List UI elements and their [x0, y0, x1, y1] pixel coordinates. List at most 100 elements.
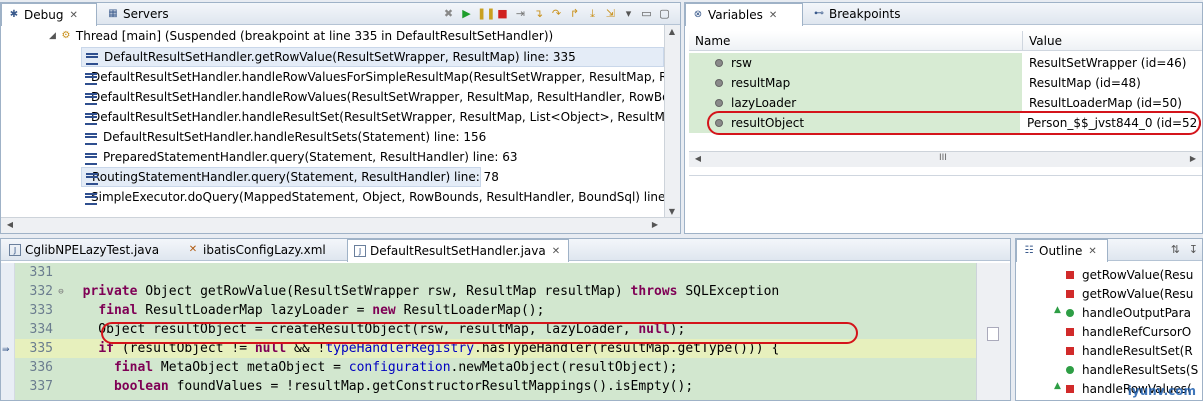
table-row[interactable]: lazyLoader ResultLoaderMap (id=50) — [689, 93, 1202, 113]
scroll-up-icon[interactable]: ▲ — [665, 27, 679, 36]
stack-frame-icon — [85, 152, 97, 165]
stack-frame[interactable]: SimpleExecutor.doQuery(MappedStatement, … — [81, 187, 669, 207]
tab-outline[interactable]: ☷ Outline ✕ — [1016, 239, 1108, 262]
tab-label: CglibNPELazyTest.java — [25, 243, 160, 257]
chevron-down-icon[interactable]: ◢ — [49, 31, 56, 41]
code-line[interactable]: 331 — [15, 263, 976, 282]
list-item-label: getRowValue(Resu — [1082, 286, 1194, 301]
scroll-left-icon[interactable]: ◀ — [3, 220, 17, 229]
scroll-right-icon[interactable]: ▶ — [648, 220, 662, 229]
stack-frame[interactable]: DefaultResultSetHandler.handleRowValuesF… — [81, 67, 667, 87]
code-token: .newMetaObject(resultObject); — [450, 360, 678, 375]
close-icon[interactable]: ✕ — [769, 10, 777, 21]
variable-name: lazyLoader — [731, 96, 797, 110]
breakpoints-icon: ⊷ — [814, 8, 824, 19]
variables-horizontal-scrollbar[interactable]: ◀ III ▶ — [689, 151, 1202, 167]
stack-frame[interactable]: DefaultResultSetHandler.handleRowValues(… — [81, 87, 669, 107]
code-line[interactable]: 332 ⊖ private Object getRowValue(ResultSe… — [15, 282, 976, 301]
list-item[interactable]: handleOutputPara — [1066, 303, 1198, 322]
tab-variables[interactable]: ⊗ Variables ✕ — [685, 3, 803, 26]
line-number: 333 — [29, 303, 53, 318]
code-line[interactable]: 337 boolean foundValues = !resultMap.get… — [15, 377, 976, 396]
stack-frame[interactable]: PreparedStatementHandler.query(Statement… — [81, 147, 664, 167]
use-step-filters-icon[interactable]: ⇲ — [603, 6, 618, 21]
step-over-icon[interactable]: ↷ — [549, 6, 564, 21]
list-item[interactable]: getRowValue(Resu — [1066, 284, 1198, 303]
debug-horizontal-scrollbar[interactable]: ◀ ▶ — [1, 217, 680, 233]
tab-label: ibatisConfigLazy.xml — [203, 243, 326, 257]
scroll-grip[interactable]: III — [939, 153, 947, 163]
private-method-icon — [1066, 289, 1074, 298]
close-icon[interactable]: ✕ — [69, 10, 77, 21]
line-number: 334 — [29, 322, 53, 337]
maximize-icon[interactable]: ▢ — [657, 6, 672, 21]
sort-icon[interactable]: ⇅ — [1171, 243, 1180, 256]
code-token: throws — [630, 284, 678, 299]
stack-frame[interactable]: DefaultResultSetHandler.handleResultSet(… — [81, 107, 672, 127]
list-item-label: getRowValue(Resu — [1082, 267, 1194, 282]
table-row[interactable]: rsw ResultSetWrapper (id=46) — [689, 53, 1202, 73]
tab-servers[interactable]: ▦ Servers — [101, 3, 175, 25]
minimize-icon[interactable]: ▭ — [639, 6, 654, 21]
outline-tabbar: ☷ Outline ✕ ⇅ ↧ — [1016, 239, 1202, 262]
stack-frame[interactable]: DefaultResultSetHandler.handleResultSets… — [81, 127, 664, 147]
close-icon[interactable]: ✕ — [1088, 246, 1096, 257]
variables-tabbar: ⊗ Variables ✕ ⊷ Breakpoints — [685, 3, 1202, 26]
stack-frame-icon — [86, 52, 98, 65]
view-menu-icon[interactable]: ▾ — [621, 6, 636, 21]
code-line[interactable]: 335 if (resultObject != null && ! typeHan… — [15, 339, 976, 358]
code-line[interactable]: 333 final ResultLoaderMap lazyLoader = n… — [15, 301, 976, 320]
code-line[interactable]: 334 Object resultObject = createResultOb… — [15, 320, 976, 339]
list-item[interactable]: handleResultSets(S — [1066, 360, 1198, 379]
tab-breakpoints[interactable]: ⊷ Breakpoints — [807, 3, 906, 25]
stack-frame[interactable]: DefaultResultSetHandler.getRowValue(Resu… — [81, 47, 664, 67]
variables-icon: ⊗ — [693, 9, 703, 20]
tab-debug[interactable]: ✱ Debug ✕ — [1, 3, 97, 26]
debug-vertical-scrollbar[interactable]: ▲ ▼ — [664, 25, 680, 218]
java-file-icon: J — [354, 245, 366, 257]
stack-frame[interactable]: RoutingStatementHandler.query(Statement,… — [81, 167, 499, 187]
list-item[interactable]: handleRefCursorO — [1066, 322, 1198, 341]
java-editor: J CglibNPELazyTest.java ✕ ibatisConfigLa… — [0, 238, 1011, 401]
code-token: typeHandlerRegistry — [325, 341, 475, 356]
list-item[interactable]: handleResultSet(R — [1066, 341, 1198, 360]
remove-launches-icon[interactable]: ✖ — [441, 6, 456, 21]
code-line[interactable]: 336 final MetaObject metaObject = config… — [15, 358, 976, 377]
scroll-down-icon[interactable]: ▼ — [665, 207, 679, 216]
thread-node[interactable]: ◢ ⚙ Thread [main] (Suspended (breakpoint… — [49, 29, 553, 43]
table-row[interactable]: resultMap ResultMap (id=48) — [689, 73, 1202, 93]
fold-toggle-icon[interactable]: ⊖ — [55, 287, 67, 297]
ruler-thumb[interactable] — [987, 327, 999, 341]
hide-fields-icon[interactable]: ↧ — [1189, 243, 1198, 256]
scroll-right-icon[interactable]: ▶ — [1186, 154, 1200, 163]
editor-gutter[interactable]: ⇛ — [1, 263, 15, 400]
drop-to-frame-icon[interactable]: ⤓ — [585, 6, 600, 21]
column-value-header[interactable]: Value — [1023, 31, 1062, 50]
variable-detail-pane[interactable] — [689, 175, 1202, 233]
suspend-icon[interactable]: ❚❚ — [477, 6, 495, 21]
terminate-icon[interactable]: ■ — [495, 6, 510, 21]
thread-label: Thread [main] (Suspended (breakpoint at … — [75, 29, 554, 43]
variable-name: resultObject — [731, 116, 805, 130]
tab-defaultresultsethandler[interactable]: J DefaultResultSetHandler.java ✕ — [347, 239, 569, 262]
list-item-label: handleResultSet(R — [1082, 343, 1193, 358]
step-into-icon[interactable]: ↴ — [531, 6, 546, 21]
tab-cglibnpelazytest[interactable]: J CglibNPELazyTest.java — [3, 239, 165, 261]
overview-ruler[interactable] — [976, 263, 1010, 400]
column-name-header[interactable]: Name — [689, 31, 1023, 50]
code-area[interactable]: 331 332 ⊖ private Object getRowValue(Resul… — [15, 263, 976, 400]
table-row[interactable]: resultObject Person_$$_jvst844_0 (id=52) — [689, 113, 1202, 133]
disconnect-icon[interactable]: ⇥ — [513, 6, 528, 21]
tab-ibatisconfiglazy[interactable]: ✕ ibatisConfigLazy.xml — [181, 239, 332, 261]
code-token: .hasTypeHandler(resultMap.getType())) { — [474, 341, 780, 356]
close-icon[interactable]: ✕ — [552, 246, 560, 257]
resume-icon[interactable]: ▶ — [459, 6, 474, 21]
line-number: 332 — [29, 284, 53, 299]
stack-frame-label: RoutingStatementHandler.query(Statement,… — [92, 170, 499, 184]
step-return-icon[interactable]: ↱ — [567, 6, 582, 21]
list-item[interactable]: getRowValue(Resu — [1066, 265, 1198, 284]
private-method-icon — [1066, 270, 1074, 279]
scroll-left-icon[interactable]: ◀ — [691, 154, 705, 163]
stack-frame-icon — [85, 132, 97, 145]
